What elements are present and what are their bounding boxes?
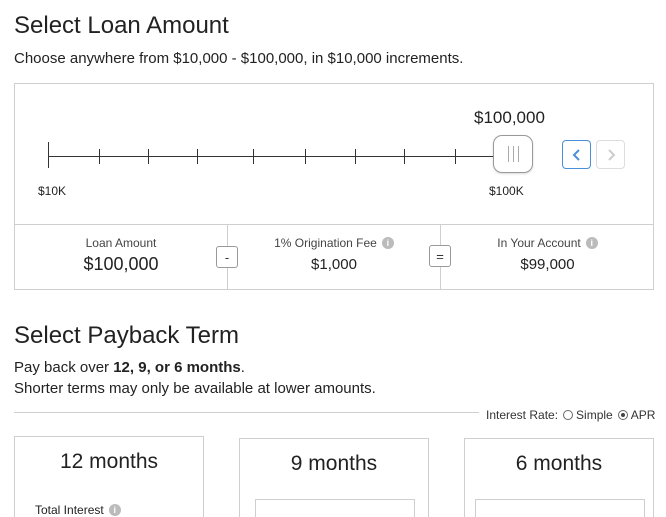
account-label: In Your Account (497, 236, 581, 250)
term-detail-box (255, 499, 415, 517)
loan-amount-summary: Loan Amount $100,000 (15, 224, 227, 290)
fee-value: $1,000 (311, 256, 357, 273)
slider-handle[interactable] (493, 135, 533, 173)
payback-terms-list: 12, 9, or 6 months (113, 359, 241, 376)
payback-description: Pay back over 12, 9, or 6 months. (14, 359, 245, 376)
radio-simple[interactable]: Simple (563, 408, 613, 422)
slider-tick (305, 149, 306, 164)
grip-line (507, 146, 509, 162)
fee-label: 1% Origination Fee (274, 236, 377, 250)
chevron-right-icon (607, 148, 615, 161)
interest-rate-label: Interest Rate: (486, 408, 559, 422)
slider-tick (197, 149, 198, 164)
equals-operator: = (429, 245, 451, 267)
loan-amount-value: $100,000 (83, 254, 159, 274)
payback-note: Shorter terms may only be available at l… (14, 380, 376, 397)
slider-tick (355, 149, 356, 164)
term-detail-box (475, 499, 645, 517)
loan-title: Select Loan Amount (14, 12, 229, 39)
term-label: 9 months (290, 452, 378, 475)
radio-apr[interactable]: APR (617, 408, 655, 422)
loan-amount-label: Loan Amount (85, 236, 157, 250)
slider-tick (253, 149, 254, 164)
slider-track[interactable] (48, 156, 510, 157)
radio-button[interactable] (563, 410, 574, 420)
radio-button[interactable] (617, 410, 628, 420)
info-icon[interactable]: i (585, 237, 598, 249)
term-label: 12 months (59, 450, 159, 473)
payback-title: Select Payback Term (14, 322, 239, 349)
minus-operator: - (216, 246, 238, 268)
origination-fee-summary: 1% Origination Fee i $1,000 (228, 224, 440, 290)
slider-tick (404, 149, 405, 164)
account-value: $99,000 (520, 256, 575, 273)
slider-tick (48, 142, 49, 168)
slider-tick (455, 149, 456, 164)
slider-max-label: $100K (489, 184, 524, 198)
slider-min-label: $10K (38, 184, 67, 198)
interest-rate-toggle: Interest Rate: Simple APR (486, 408, 655, 422)
grip-line (512, 146, 514, 162)
slider-tick (148, 149, 149, 164)
term-card-9[interactable]: 9 months (239, 438, 429, 517)
account-summary: In Your Account i $99,000 (441, 224, 654, 290)
grip-line (517, 146, 519, 162)
chevron-left-icon (572, 148, 580, 161)
term-card-6[interactable]: 6 months (464, 438, 654, 517)
slider-tick (99, 149, 100, 164)
term-label: 6 months (515, 452, 603, 475)
current-amount-label: $100,000 (474, 108, 545, 127)
total-interest-label: Total Interest (35, 503, 104, 517)
section-divider (14, 412, 479, 413)
term-card-12[interactable]: 12 months Total Interest i (14, 436, 204, 517)
info-icon[interactable]: i (381, 237, 394, 249)
loan-subtitle: Choose anywhere from $10,000 - $100,000,… (14, 50, 464, 67)
decrease-amount-button[interactable] (562, 140, 591, 169)
increase-amount-button[interactable] (596, 140, 625, 169)
info-icon[interactable]: i (108, 504, 121, 516)
